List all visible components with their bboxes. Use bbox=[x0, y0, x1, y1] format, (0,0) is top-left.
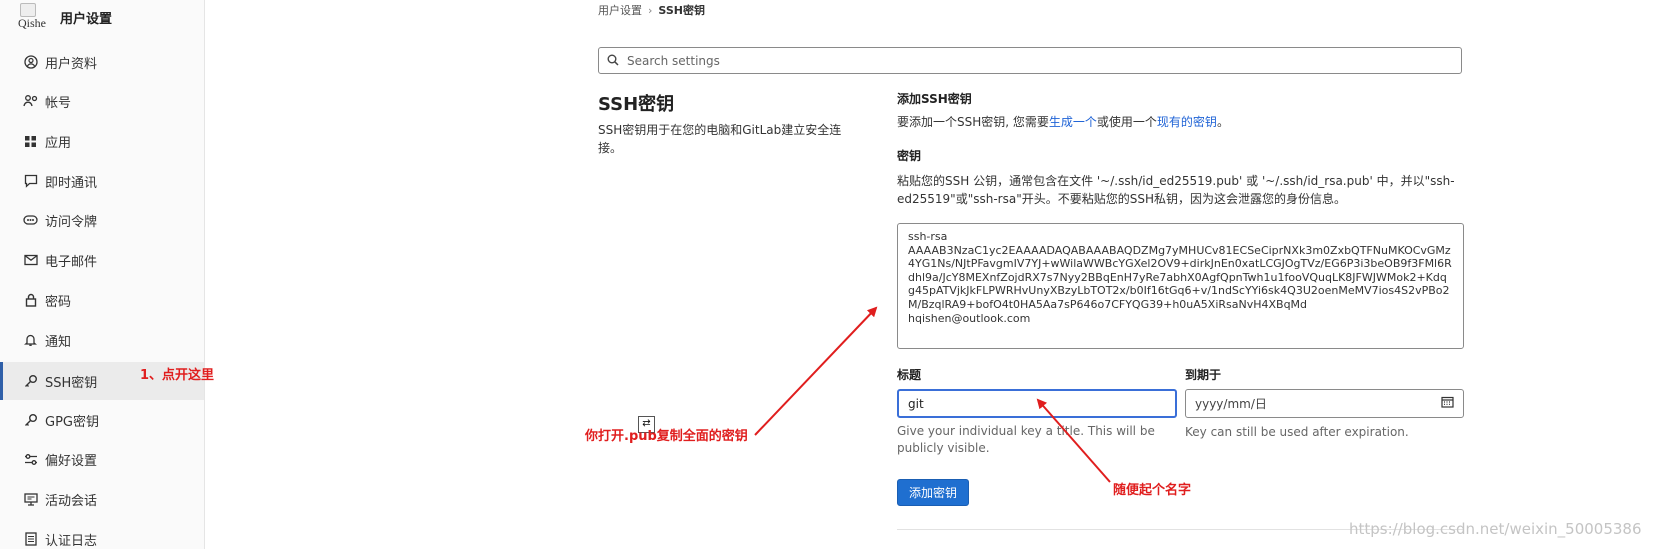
chat-icon bbox=[23, 174, 38, 189]
key-textarea[interactable]: ssh-rsa AAAAB3NzaC1yc2EAAAADAQABAAABAQDZ… bbox=[897, 223, 1464, 349]
title-label: 标题 bbox=[897, 368, 922, 382]
title-input[interactable] bbox=[897, 389, 1177, 418]
annotation-note-click-here: 1、点开这里 bbox=[140, 368, 215, 383]
sidebar-item-applications[interactable]: 应用 bbox=[0, 123, 204, 159]
sidebar-item-chat[interactable]: 即时通讯 bbox=[0, 163, 204, 199]
sidebar-item-label: 认证日志 bbox=[45, 533, 98, 549]
title-hint: Give your individual key a title. This w… bbox=[897, 424, 1155, 455]
bell-icon bbox=[23, 333, 38, 348]
key-label: 密钥 bbox=[897, 149, 922, 163]
avatar-image-icon bbox=[20, 3, 36, 17]
add-key-button[interactable]: 添加密钥 bbox=[897, 479, 969, 506]
sidebar-item-active-sessions[interactable]: 活动会话 bbox=[0, 481, 204, 517]
sidebar-item-gpg-keys[interactable]: GPG密钥 bbox=[0, 402, 204, 438]
expires-hint: Key can still be used after expiration. bbox=[1185, 425, 1409, 439]
sidebar-item-label: SSH密钥 bbox=[45, 375, 98, 391]
intro-text: 要添加一个SSH密钥, 您需要 bbox=[897, 115, 1049, 129]
sidebar-item-auth-log[interactable]: 认证日志 bbox=[0, 521, 204, 557]
grid-icon bbox=[23, 134, 38, 149]
sidebar-item-label: 偏好设置 bbox=[45, 453, 98, 469]
add-key-intro: 要添加一个SSH密钥, 您需要生成一个或使用一个现有的密钥。 bbox=[897, 113, 1229, 131]
key-icon bbox=[23, 374, 38, 389]
calendar-icon[interactable] bbox=[1441, 396, 1454, 411]
breadcrumb-parent[interactable]: 用户设置 bbox=[598, 2, 642, 18]
sidebar-item-access-tokens[interactable]: 访问令牌 bbox=[0, 202, 204, 238]
token-icon bbox=[23, 213, 38, 228]
avatar-alt-text: Qishe bbox=[18, 16, 46, 30]
sliders-icon bbox=[23, 452, 38, 467]
search-input[interactable] bbox=[625, 52, 1429, 69]
expires-date-input[interactable]: yyyy/mm/日 bbox=[1185, 389, 1464, 418]
log-icon bbox=[23, 532, 38, 547]
add-key-heading: 添加SSH密钥 bbox=[897, 92, 972, 106]
annotation-note-copy-key: 你打开.pub复制全面的密钥 bbox=[585, 429, 748, 444]
monitor-icon bbox=[23, 492, 38, 507]
watermark: https://blog.csdn.net/weixin_50005386 bbox=[1349, 520, 1642, 538]
sidebar-item-label: 应用 bbox=[45, 135, 72, 151]
chevron-right-icon: › bbox=[648, 3, 653, 17]
sidebar-title: 用户设置 bbox=[60, 11, 113, 27]
sidebar-item-label: 用户资料 bbox=[45, 56, 98, 72]
mail-icon bbox=[23, 253, 38, 268]
intro-text: 。 bbox=[1216, 115, 1229, 129]
sidebar-item-notifications[interactable]: 通知 bbox=[0, 322, 204, 358]
expires-label: 到期于 bbox=[1185, 368, 1222, 382]
annotation-note-any-name: 随便起个名字 bbox=[1113, 483, 1192, 498]
sidebar-item-label: 活动会话 bbox=[45, 493, 98, 509]
breadcrumb: 用户设置 › SSH密钥 bbox=[598, 2, 705, 18]
key-icon bbox=[23, 413, 38, 428]
section-description: SSH密钥用于在您的电脑和GitLab建立安全连接。 bbox=[598, 123, 842, 155]
sidebar-item-profile[interactable]: 用户资料 bbox=[0, 44, 204, 80]
intro-text: 或使用一个 bbox=[1096, 115, 1157, 129]
lock-icon bbox=[23, 293, 38, 308]
sidebar-item-label: 密码 bbox=[45, 294, 72, 310]
date-placeholder: yyyy/mm/日 bbox=[1195, 397, 1267, 411]
sidebar: Qishe 用户设置 用户资料 帐号 应用 即时通讯 访问令牌 电子邮件 密码 … bbox=[0, 0, 205, 549]
sidebar-item-label: 通知 bbox=[45, 334, 72, 350]
sidebar-item-label: 帐号 bbox=[45, 95, 72, 111]
sidebar-item-label: 电子邮件 bbox=[45, 254, 98, 270]
section-title: SSH密钥 bbox=[598, 94, 675, 115]
search-settings-box[interactable] bbox=[598, 47, 1462, 74]
sidebar-item-label: 即时通讯 bbox=[45, 175, 98, 191]
arrow-to-key-textarea bbox=[754, 306, 878, 436]
sidebar-item-account[interactable]: 帐号 bbox=[0, 83, 204, 119]
breadcrumb-current: SSH密钥 bbox=[658, 4, 705, 17]
sidebar-item-preferences[interactable]: 偏好设置 bbox=[0, 441, 204, 477]
sidebar-item-password[interactable]: 密码 bbox=[0, 282, 204, 318]
search-icon bbox=[607, 51, 619, 70]
sidebar-item-emails[interactable]: 电子邮件 bbox=[0, 242, 204, 278]
sidebar-item-label: GPG密钥 bbox=[45, 414, 99, 430]
generate-key-link[interactable]: 生成一个 bbox=[1049, 115, 1097, 129]
sidebar-header: Qishe 用户设置 bbox=[18, 3, 113, 31]
existing-key-link[interactable]: 现有的密钥 bbox=[1157, 115, 1217, 129]
user-circle-icon bbox=[23, 55, 38, 70]
user-gear-icon bbox=[23, 94, 38, 109]
key-help-text: 粘贴您的SSH 公钥，通常包含在文件 '~/.ssh/id_ed25519.pu… bbox=[897, 174, 1455, 206]
avatar[interactable]: Qishe bbox=[18, 3, 52, 31]
sidebar-item-label: 访问令牌 bbox=[45, 214, 98, 230]
